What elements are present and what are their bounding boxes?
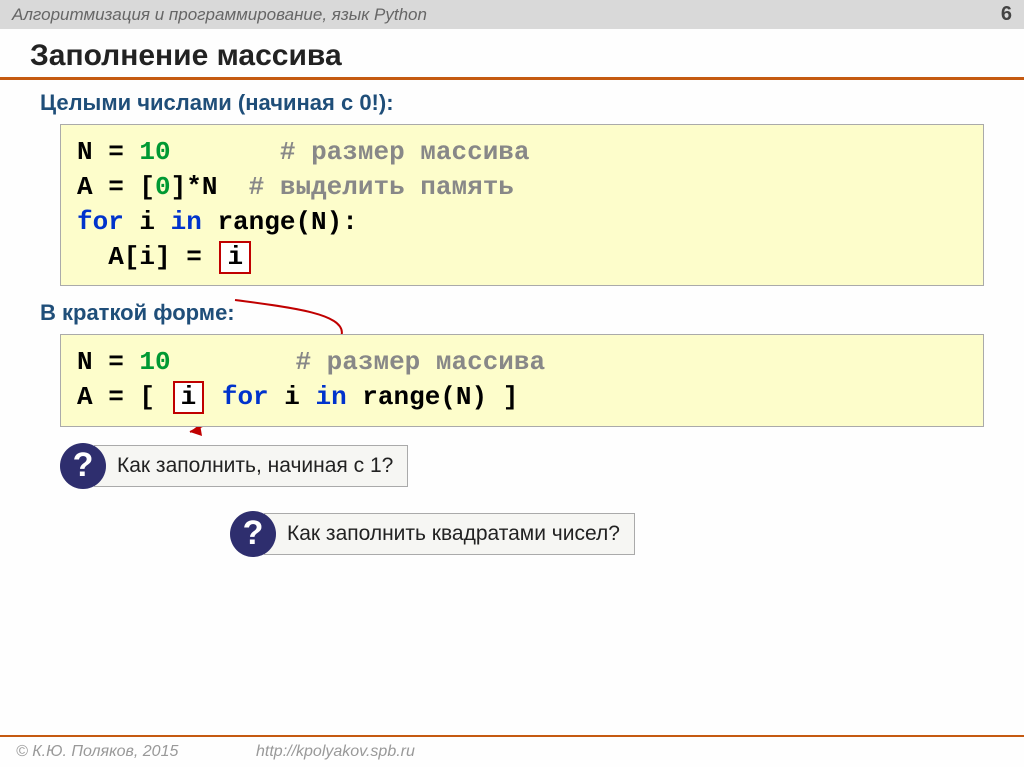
code-text: [217, 172, 248, 202]
code-keyword: for: [77, 207, 124, 237]
subtitle-1: Целыми числами (начиная с 0!):: [0, 80, 1024, 124]
code-text: A = [: [77, 382, 171, 412]
highlight-box-i: i: [219, 241, 251, 274]
code-text: A[i] =: [77, 242, 217, 272]
code-text: i: [269, 382, 316, 412]
question-2: ? Как заполнить квадратами чисел?: [230, 511, 1024, 557]
code-text: [171, 137, 280, 167]
question-text: Как заполнить, начиная с 1?: [94, 445, 408, 487]
question-mark-icon: ?: [60, 443, 106, 489]
header-title: Алгоритмизация и программирование, язык …: [12, 5, 427, 25]
page-number: 6: [1001, 3, 1012, 26]
highlight-box-i: i: [173, 381, 205, 414]
code-comment: # размер массива: [280, 137, 530, 167]
copyright: © К.Ю. Поляков, 2015: [16, 743, 256, 761]
code-number: 10: [139, 137, 170, 167]
code-number: 10: [139, 347, 170, 377]
code-keyword: in: [171, 207, 202, 237]
code-text: A = [: [77, 172, 155, 202]
code-number: 0: [155, 172, 171, 202]
code-text: ]*N: [171, 172, 218, 202]
code-block-2: N = 10 # размер массива A = [ i for i in…: [60, 334, 984, 426]
code-keyword: for: [222, 382, 269, 412]
code-text: [206, 382, 222, 412]
slide-title: Заполнение массива: [0, 29, 1024, 80]
code-text: [171, 347, 296, 377]
question-mark-icon: ?: [230, 511, 276, 557]
subtitle-2: В краткой форме:: [0, 286, 1024, 334]
code-comment: # выделить память: [249, 172, 514, 202]
footer-url: http://kpolyakov.spb.ru: [256, 743, 415, 761]
question-text: Как заполнить квадратами чисел?: [264, 513, 635, 555]
code-block-1: N = 10 # размер массива A = [0]*N # выде…: [60, 124, 984, 286]
code-comment: # размер массива: [295, 347, 545, 377]
code-text: range(N):: [202, 207, 358, 237]
code-text: N =: [77, 137, 139, 167]
code-keyword: in: [315, 382, 346, 412]
code-text: i: [124, 207, 171, 237]
slide-footer: © К.Ю. Поляков, 2015 http://kpolyakov.sp…: [0, 735, 1024, 767]
code-text: range(N) ]: [347, 382, 519, 412]
code-text: N =: [77, 347, 139, 377]
question-1: ? Как заполнить, начиная с 1?: [60, 443, 1024, 489]
slide-header: Алгоритмизация и программирование, язык …: [0, 0, 1024, 29]
